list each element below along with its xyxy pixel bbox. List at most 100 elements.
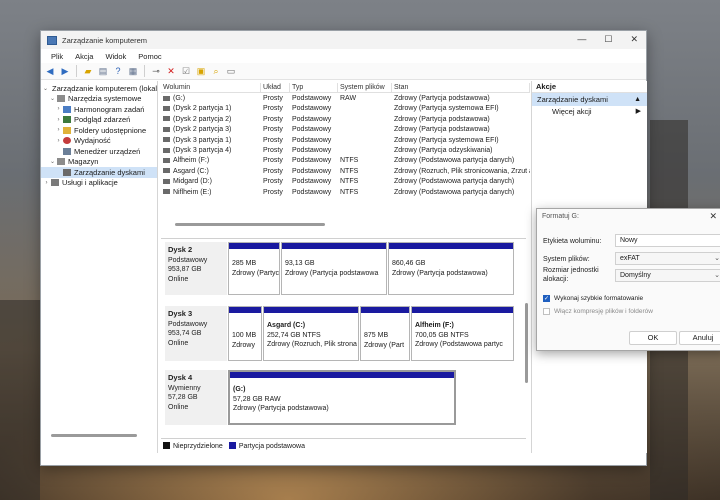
tree-item-disk-management[interactable]: Zarządzanie dyskami bbox=[41, 167, 157, 178]
show-hide-tree-icon[interactable]: ▤ bbox=[97, 65, 109, 77]
partition-block[interactable]: 100 MB Zdrowy bbox=[228, 306, 262, 361]
tree-item-device-manager[interactable]: Menedżer urządzeń bbox=[41, 146, 157, 157]
column-header-type[interactable]: Typ bbox=[290, 83, 338, 92]
partition-block[interactable]: 285 MB Zdrowy (Partyc bbox=[228, 242, 280, 295]
table-row[interactable]: Niflheim (E:) Prosty Podstawowy NTFS Zdr… bbox=[161, 188, 530, 198]
table-row[interactable]: (Dysk 3 partycja 1) Prosty Podstawowy Zd… bbox=[161, 136, 530, 146]
tree-item-event-viewer[interactable]: › Podgląd zdarzeń bbox=[41, 115, 157, 126]
checkbox-checked-icon[interactable]: ✓ bbox=[543, 295, 550, 302]
minimize-button[interactable]: — bbox=[577, 34, 586, 45]
file-system-select[interactable]: exFAT ⌄ bbox=[615, 252, 720, 265]
tree-item-task-scheduler[interactable]: › Harmonogram zadań bbox=[41, 104, 157, 115]
tree-item-computer-management[interactable]: ⌄ Zarządzanie komputerem (lokal bbox=[41, 83, 157, 94]
collapse-arrow-icon[interactable]: ⌄ bbox=[49, 95, 56, 102]
search-icon[interactable]: ⌕ bbox=[210, 65, 222, 77]
partition-block[interactable]: Alfheim (F:) 700,05 GB NTFS Zdrowy (Podsta… bbox=[411, 306, 514, 361]
menu-help[interactable]: Pomoc bbox=[132, 52, 167, 61]
view-icon[interactable]: ▭ bbox=[225, 65, 237, 77]
disk-2-label[interactable]: Dysk 2 Podstawowy 953,87 GB Online bbox=[165, 242, 227, 295]
primary-partition-swatch bbox=[228, 441, 236, 449]
disk-type: Podstawowy bbox=[168, 320, 208, 328]
cancel-button[interactable]: Anuluj bbox=[679, 331, 720, 345]
collapse-up-icon[interactable]: ▲ bbox=[634, 93, 641, 106]
close-button[interactable]: ✕ bbox=[630, 34, 638, 45]
volume-type: Podstawowy bbox=[292, 105, 332, 113]
quick-format-label: Wykonaj szybkie formatowanie bbox=[554, 295, 644, 302]
table-row[interactable]: (G:) Prosty Podstawowy RAW Zdrowy (Party… bbox=[161, 94, 530, 104]
allocation-unit-select[interactable]: Domyślny ⌄ bbox=[615, 269, 720, 282]
toolbar: ◀ ▶ ▰ ▤ ? ▦ ⊸ ✕ ☑ ▣ ⌕ ▭ bbox=[41, 63, 646, 80]
volume-label-input[interactable]: Nowy bbox=[615, 234, 720, 247]
more-actions-item[interactable]: Więcej akcji ▶ bbox=[532, 106, 647, 118]
checkbox-unchecked-icon[interactable] bbox=[543, 308, 550, 315]
column-header-status[interactable]: Stan bbox=[392, 83, 530, 92]
column-header-volume[interactable]: Wolumin bbox=[161, 83, 261, 92]
legend-item: Nieprzydzielone bbox=[163, 441, 223, 450]
tree-item-shared-folders[interactable]: › Foldery udostępnione bbox=[41, 125, 157, 136]
table-row[interactable]: (Dysk 2 partycja 3) Prosty Podstawowy Zd… bbox=[161, 125, 530, 135]
collapse-arrow-icon[interactable]: ⌄ bbox=[43, 85, 48, 92]
column-header-layout[interactable]: Układ bbox=[261, 83, 290, 92]
expand-arrow-icon[interactable]: › bbox=[55, 106, 62, 112]
checkmark-icon[interactable]: ☑ bbox=[180, 65, 192, 77]
table-row[interactable]: Asgard (C:) Prosty Podstawowy NTFS Zdrow… bbox=[161, 167, 530, 177]
legend: Nieprzydzielone Partycja podstawowa bbox=[161, 438, 526, 452]
partition-block[interactable]: 93,13 GB Zdrowy (Partycja podstawowa bbox=[281, 242, 387, 295]
menu-action[interactable]: Akcja bbox=[69, 52, 99, 61]
tree-item-storage[interactable]: ⌄ Magazyn bbox=[41, 157, 157, 168]
dialog-close-button[interactable]: ✕ bbox=[709, 211, 717, 222]
volume-layout: Prosty bbox=[263, 105, 283, 113]
menu-file[interactable]: Plik bbox=[45, 52, 69, 61]
back-arrow-icon[interactable]: ◀ bbox=[44, 65, 56, 77]
partition-block-selected[interactable]: (G:) 57,28 GB RAW Zdrowy (Partycja podstaw… bbox=[228, 370, 456, 425]
quick-format-checkbox[interactable]: ✓ Wykonaj szybkie formatowanie bbox=[543, 295, 643, 302]
tree-item-label: Magazyn bbox=[68, 157, 99, 167]
volume-status: Zdrowy (Partycja podstawowa) bbox=[394, 95, 490, 102]
wallpaper-structure bbox=[0, 300, 40, 500]
partition-block[interactable]: 860,46 GB Zdrowy (Partycja podstawowa) bbox=[388, 242, 514, 295]
expand-arrow-icon[interactable]: › bbox=[43, 180, 50, 186]
volume-layout: Prosty bbox=[263, 95, 283, 102]
partition-block[interactable]: Asgard (C:) 252,74 GB NTFS Zdrowy (Rozruch… bbox=[263, 306, 359, 361]
tree-item-performance[interactable]: › Wydajność bbox=[41, 136, 157, 147]
ok-button[interactable]: OK bbox=[629, 331, 677, 345]
table-row[interactable]: (Dysk 3 partycja 4) Prosty Podstawowy Zd… bbox=[161, 146, 530, 156]
table-row[interactable]: Alfheim (F:) Prosty Podstawowy NTFS Zdro… bbox=[161, 156, 530, 166]
tree-item-label: Narzędzia systemowe bbox=[68, 94, 142, 104]
tree-item-services[interactable]: › Usługi i aplikacje bbox=[41, 178, 157, 189]
menu-view[interactable]: Widok bbox=[99, 52, 132, 61]
partition-block[interactable]: 875 MB Zdrowy (Part bbox=[360, 306, 410, 361]
forward-arrow-icon[interactable]: ▶ bbox=[59, 65, 71, 77]
table-row[interactable]: (Dysk 2 partycja 2) Prosty Podstawowy Zd… bbox=[161, 115, 530, 125]
expand-arrow-icon[interactable]: › bbox=[55, 138, 62, 144]
export-icon[interactable]: ▣ bbox=[195, 65, 207, 77]
table-row[interactable]: (Dysk 2 partycja 1) Prosty Podstawowy Zd… bbox=[161, 104, 530, 114]
expand-arrow-icon[interactable]: › bbox=[55, 117, 62, 123]
properties-icon[interactable]: ▦ bbox=[127, 65, 139, 77]
connect-icon[interactable]: ⊸ bbox=[150, 65, 162, 77]
table-row[interactable]: Midgard (D:) Prosty Podstawowy NTFS Zdro… bbox=[161, 177, 530, 187]
tree-horizontal-scrollbar[interactable] bbox=[51, 434, 137, 437]
disk-3-label[interactable]: Dysk 3 Podstawowy 953,74 GB Online bbox=[165, 306, 227, 361]
help-icon[interactable]: ? bbox=[112, 65, 124, 77]
disk-view-vertical-scrollbar[interactable] bbox=[525, 303, 528, 383]
expand-arrow-icon[interactable]: › bbox=[55, 127, 62, 133]
column-header-filesystem[interactable]: System plików bbox=[338, 83, 392, 92]
volume-filesystem bbox=[338, 104, 392, 114]
allocation-unit-value: Domyślny bbox=[620, 272, 651, 279]
actions-section-disk-management[interactable]: Zarządzanie dyskami ▲ bbox=[532, 93, 647, 106]
volume-icon bbox=[163, 189, 170, 195]
maximize-button[interactable]: ☐ bbox=[604, 34, 612, 45]
disk-graphical-view: Dysk 2 Podstawowy 953,87 GB Online 285 M… bbox=[161, 238, 526, 438]
compression-checkbox[interactable]: Włącz kompresję plików i folderów bbox=[543, 308, 653, 315]
disk-status: Online bbox=[168, 275, 189, 283]
chevron-down-icon: ⌄ bbox=[714, 272, 720, 279]
delete-icon[interactable]: ✕ bbox=[165, 65, 177, 77]
collapse-arrow-icon[interactable]: ⌄ bbox=[49, 158, 56, 165]
tree-item-label: Wydajność bbox=[74, 136, 111, 146]
up-folder-icon[interactable]: ▰ bbox=[82, 65, 94, 77]
disk-4-label[interactable]: Dysk 4 Wymienny 57,28 GB Online bbox=[165, 370, 227, 425]
tree-item-system-tools[interactable]: ⌄ Narzędzia systemowe bbox=[41, 94, 157, 105]
volume-list-horizontal-scrollbar[interactable] bbox=[175, 223, 325, 226]
partition-bar bbox=[282, 243, 386, 249]
